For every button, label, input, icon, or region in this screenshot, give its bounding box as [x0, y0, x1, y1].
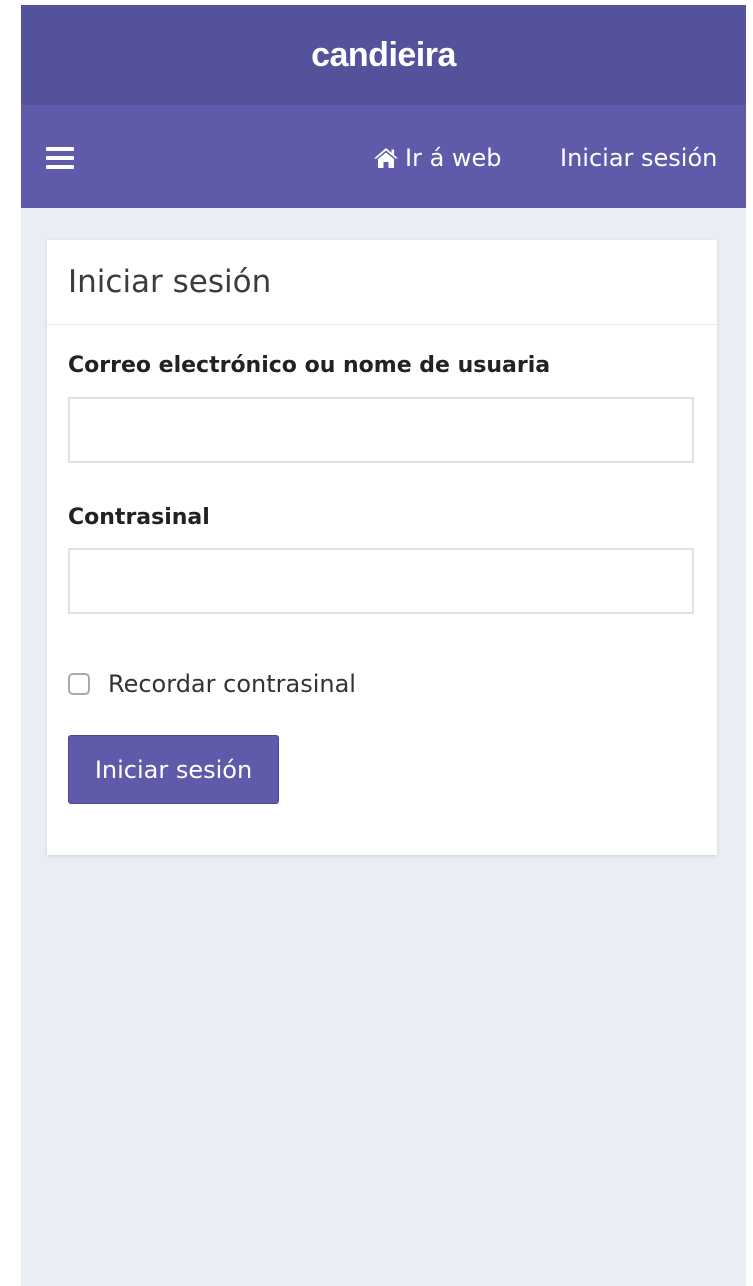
remember-password-checkbox[interactable] — [68, 673, 90, 695]
email-field[interactable] — [68, 397, 694, 463]
login-submit-button[interactable]: Iniciar sesión — [68, 735, 279, 804]
remember-password-row[interactable]: Recordar contrasinal — [68, 670, 356, 698]
password-field[interactable] — [68, 548, 694, 614]
hamburger-icon[interactable] — [46, 147, 74, 169]
login-title: Iniciar sesión — [68, 264, 272, 300]
remember-password-label: Recordar contrasinal — [108, 670, 356, 698]
top-nav: Ir á web Iniciar sesión — [21, 105, 746, 208]
email-label: Correo electrónico ou nome de usuaria — [68, 353, 551, 378]
app-viewport: candieira Ir á web Iniciar sesión Inicia… — [21, 5, 746, 1286]
login-card: Iniciar sesión Correo electrónico ou nom… — [47, 240, 717, 855]
go-to-web-label: Ir á web — [405, 144, 502, 172]
password-label: Contrasinal — [68, 505, 210, 530]
nav-login-link[interactable]: Iniciar sesión — [560, 143, 717, 173]
brand-logo[interactable]: candieira — [311, 36, 456, 75]
brand-bar: candieira — [21, 5, 746, 105]
card-header: Iniciar sesión — [47, 240, 717, 325]
go-to-web-link[interactable]: Ir á web — [373, 143, 502, 173]
home-icon — [374, 148, 398, 168]
